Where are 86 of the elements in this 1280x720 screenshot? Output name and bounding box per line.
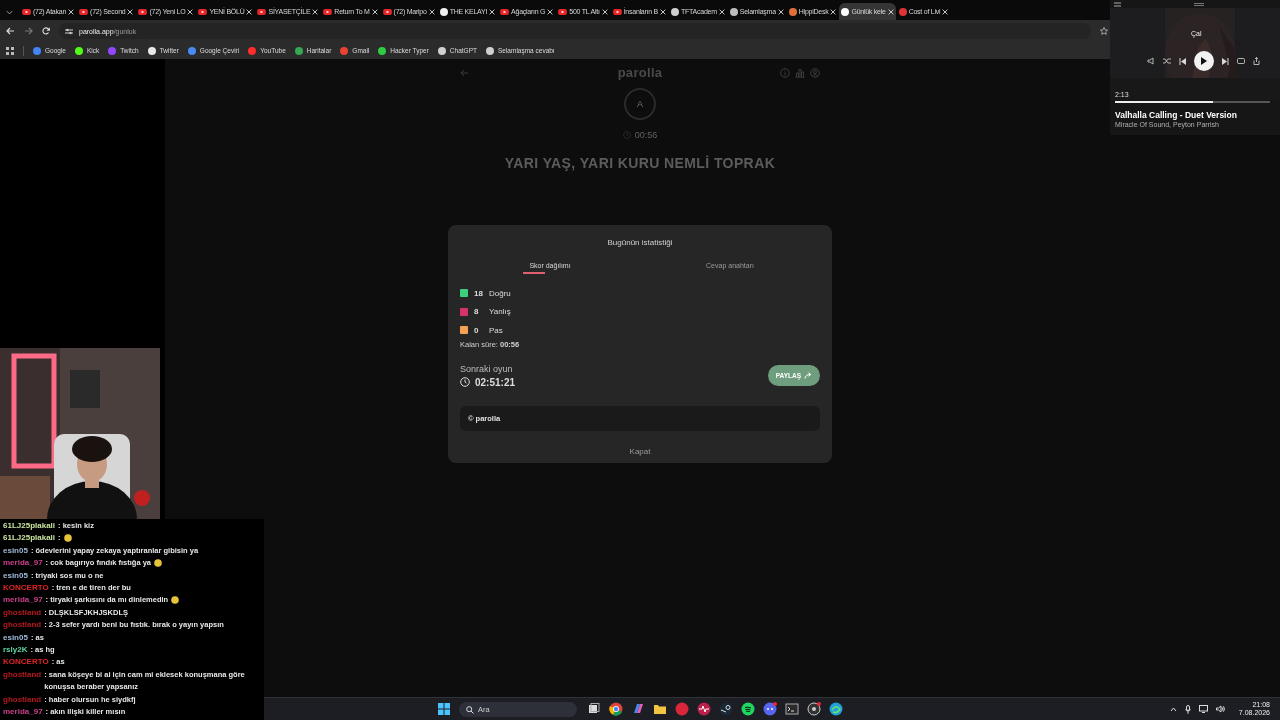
close-icon[interactable] (428, 8, 435, 15)
chat-app-icon[interactable] (763, 702, 777, 716)
play-icon (558, 8, 568, 15)
music-app-icon[interactable] (741, 702, 755, 716)
previous-icon[interactable] (1178, 57, 1186, 65)
timer-text: 00:56 (634, 130, 658, 140)
chat-username[interactable]: KONCERTO (3, 656, 49, 669)
question-text: YARI YAŞ, YARI KURU NEMLİ TOPRAK (504, 155, 776, 171)
share-icon (804, 372, 812, 379)
forward-icon[interactable] (24, 27, 33, 35)
chat-username[interactable]: merida_97 (3, 594, 43, 607)
chevron-up-icon[interactable] (1169, 706, 1177, 712)
play-icon (382, 8, 392, 15)
close-icon[interactable] (660, 8, 666, 15)
score-label: Pas (489, 325, 503, 335)
play-icon (138, 8, 148, 15)
chat-username[interactable]: esin05 (3, 569, 28, 583)
speaker-icon[interactable] (1215, 705, 1225, 713)
browser-icon[interactable] (609, 702, 623, 716)
globe-icon[interactable] (829, 702, 843, 716)
chevron-icon[interactable] (6, 10, 13, 15)
play-icon (22, 8, 31, 15)
close-icon[interactable] (127, 8, 134, 15)
countdown-text: 02:51:21 (475, 376, 516, 388)
tune-icon[interactable] (65, 27, 73, 35)
close-icon[interactable] (942, 8, 949, 15)
close-icon[interactable] (718, 8, 725, 15)
score-label: Doğru (489, 288, 511, 298)
close-icon[interactable] (312, 8, 319, 15)
chat-username[interactable]: esin05 (3, 544, 28, 558)
share-icon[interactable] (1252, 57, 1260, 65)
close-icon[interactable] (547, 8, 554, 15)
song-title: Valhalla Calling - Duet Version (1115, 110, 1238, 120)
play-icon (198, 8, 208, 15)
next-icon[interactable] (1221, 57, 1229, 65)
chat-username[interactable]: KONCERTO (3, 582, 49, 595)
drag-handle-icon[interactable] (1193, 2, 1204, 6)
folder-icon[interactable] (653, 702, 667, 716)
chat-username[interactable]: merida_97 (3, 557, 43, 570)
reload-icon[interactable] (42, 27, 50, 35)
close-icon[interactable] (777, 8, 784, 15)
volume-icon[interactable] (1146, 57, 1155, 65)
next-game-label: Sonraki oyun (460, 363, 514, 374)
score-count: 8 (474, 307, 480, 317)
close-icon[interactable] (887, 8, 894, 15)
play-icon (500, 8, 510, 15)
chat-username[interactable]: esin05 (3, 631, 28, 645)
score-count: 18 (474, 288, 483, 298)
shuffle-icon[interactable] (1162, 57, 1171, 65)
play-icon (257, 8, 267, 15)
app-icon[interactable] (675, 702, 689, 716)
close-icon[interactable] (68, 8, 75, 15)
chat-username[interactable]: 61LJ25plakali (3, 532, 56, 545)
chat-username[interactable]: merida_97 (3, 706, 43, 719)
play-icon (79, 8, 89, 15)
play-icon (612, 8, 622, 15)
start-icon[interactable] (437, 702, 451, 716)
dialog-title: Bugünün istatistiği (606, 238, 674, 247)
steam-icon[interactable] (719, 702, 733, 716)
close-icon[interactable] (371, 8, 378, 15)
chat-username[interactable]: rsly2K (3, 644, 28, 657)
chat-username[interactable]: 61LJ25plakali (3, 520, 56, 533)
logo: parolla (617, 65, 663, 80)
microphone-icon[interactable] (1184, 704, 1191, 714)
close-icon[interactable] (187, 8, 194, 15)
close-icon[interactable] (601, 8, 608, 15)
pulse-icon[interactable] (697, 702, 711, 716)
menu-icon[interactable] (1114, 1, 1121, 7)
play-icon (323, 8, 333, 15)
bookmark-star-icon[interactable] (1100, 27, 1108, 35)
score-label: Yanlış (489, 307, 511, 317)
network-icon[interactable] (1198, 705, 1208, 713)
clock-icon (460, 377, 470, 387)
search-icon (466, 705, 474, 714)
task-view-icon[interactable] (587, 702, 601, 716)
score-count: 0 (474, 325, 480, 335)
repeat-icon[interactable] (1236, 57, 1245, 65)
terminal-icon[interactable] (785, 702, 799, 716)
letter-circle: A (624, 88, 656, 120)
close-icon[interactable] (246, 8, 253, 15)
recorder-icon[interactable] (807, 702, 821, 716)
apps-grid-icon[interactable] (6, 46, 14, 55)
close-icon[interactable] (489, 8, 496, 15)
play-icon (1200, 57, 1207, 65)
close-button[interactable]: Kapat (623, 445, 657, 457)
close-icon[interactable] (830, 8, 837, 15)
